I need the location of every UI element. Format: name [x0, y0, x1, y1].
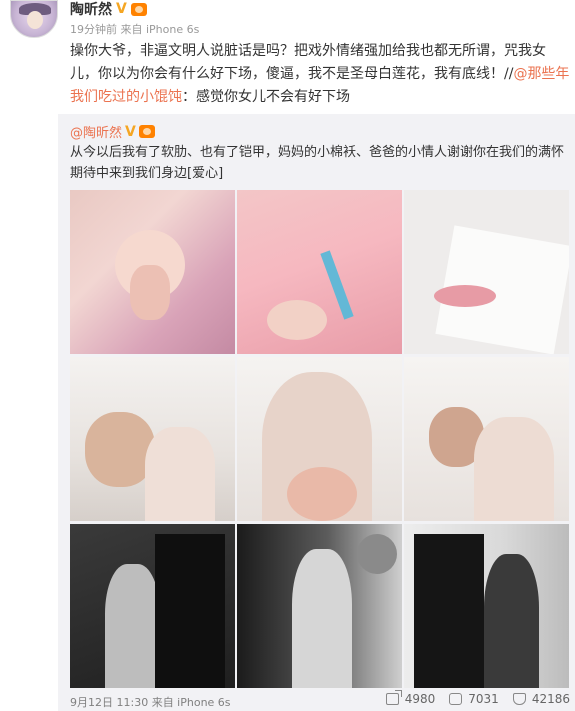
- repost-count: 4980: [404, 692, 436, 706]
- comment-count-button[interactable]: 7031: [449, 692, 499, 706]
- author-name[interactable]: 陶昕然: [70, 0, 112, 19]
- photo-1[interactable]: [70, 190, 235, 354]
- post-meta: 19分钟前 来自 iPhone 6s: [70, 23, 200, 36]
- repost-stats: 4980 7031 42186: [385, 690, 570, 706]
- weibo-post: 陶昕然 V 19分钟前 来自 iPhone 6s 操你大爷，非逼文明人说脏话是吗…: [0, 0, 575, 711]
- repost-text: 从今以后我有了软肋、也有了铠甲，妈妈的小棉袄、爸爸的小情人谢谢你在我们的满怀期待…: [70, 145, 565, 181]
- like-count: 42186: [531, 692, 570, 706]
- repost-footer: 9月12日 11:30 来自 iPhone 6s 4980 7031 42186: [70, 690, 570, 711]
- repost-time[interactable]: 9月12日 11:30 来自 iPhone 6s: [70, 694, 231, 710]
- photo-6[interactable]: [404, 357, 569, 521]
- comment-count: 7031: [468, 692, 499, 706]
- photo-4[interactable]: [70, 357, 235, 521]
- post-text-tail: ：感觉你女儿不会有好下场: [182, 89, 350, 105]
- author-row: 陶昕然 V: [70, 0, 147, 18]
- member-icon: [138, 125, 155, 138]
- like-count-button[interactable]: 42186: [512, 692, 570, 706]
- verified-icon: V: [125, 123, 136, 140]
- repost-icon: [385, 690, 402, 705]
- repost-author-name[interactable]: @陶昕然: [70, 122, 122, 141]
- post-text: 操你大爷，非逼文明人说脏话是吗？把戏外情绪强加给我也都无所谓，咒我女儿，你以为你…: [70, 40, 570, 109]
- member-icon: [130, 2, 147, 16]
- like-icon: [512, 693, 526, 705]
- repost-header: @陶昕然 V: [70, 122, 155, 141]
- photo-5[interactable]: [237, 357, 402, 521]
- repost-count-button[interactable]: 4980: [385, 690, 436, 706]
- photo-2[interactable]: [237, 190, 402, 354]
- photo-3[interactable]: [404, 190, 569, 354]
- comment-icon: [449, 693, 463, 705]
- photo-7[interactable]: [70, 524, 235, 688]
- photo-8[interactable]: [237, 524, 402, 688]
- photo-9[interactable]: [404, 524, 569, 688]
- verified-icon: V: [116, 1, 127, 17]
- avatar-face: [27, 11, 43, 29]
- post-text-main: 操你大爷，非逼文明人说脏话是吗？把戏外情绪强加给我也都无所谓，咒我女儿，你以为你…: [70, 43, 546, 82]
- photo-grid: [70, 190, 569, 688]
- repost-card: @陶昕然 V 从今以后我有了软肋、也有了铠甲，妈妈的小棉袄、爸爸的小情人谢谢你在…: [58, 114, 575, 711]
- avatar[interactable]: [10, 0, 58, 38]
